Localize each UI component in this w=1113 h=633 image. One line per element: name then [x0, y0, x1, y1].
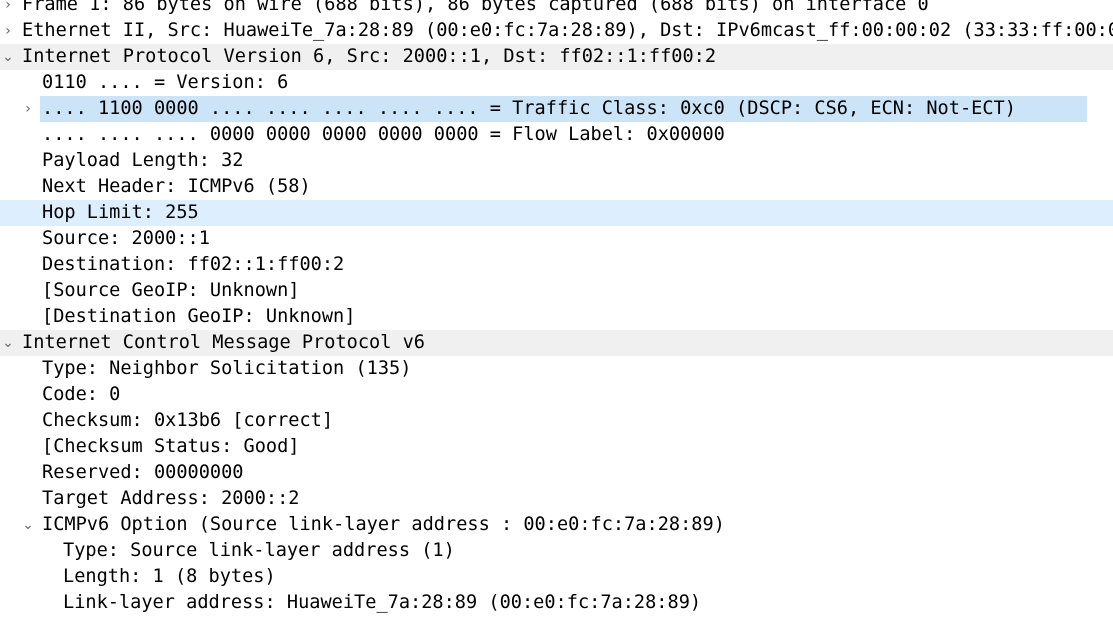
tree-row-source[interactable]: Source: 2000::1	[0, 226, 1113, 252]
chevron-right-icon[interactable]: ›	[20, 96, 36, 122]
chevron-right-icon[interactable]: ›	[0, 0, 16, 18]
tree-row-label: 0110 .... = Version: 6	[42, 72, 289, 93]
packet-details-tree[interactable]: › Frame 1: 86 bytes on wire (688 bits), …	[0, 0, 1113, 633]
tree-row-label: Target Address: 2000::2	[42, 488, 300, 509]
tree-row-label: Source: 2000::1	[42, 228, 210, 249]
tree-row-destination[interactable]: Destination: ff02::1:ff00:2	[0, 252, 1113, 278]
chevron-right-icon[interactable]: ›	[0, 18, 16, 44]
tree-row-payload-length[interactable]: Payload Length: 32	[0, 148, 1113, 174]
tree-row-label: Frame 1: 86 bytes on wire (688 bits), 86…	[22, 0, 929, 15]
tree-row-checksum[interactable]: Checksum: 0x13b6 [correct]	[0, 408, 1113, 434]
tree-row-ethernet[interactable]: › Ethernet II, Src: HuaweiTe_7a:28:89 (0…	[0, 18, 1113, 44]
tree-row-destination-geoip[interactable]: [Destination GeoIP: Unknown]	[0, 304, 1113, 330]
tree-row-traffic-class[interactable]: › .... 1100 0000 .... .... .... .... ...…	[0, 96, 1113, 122]
tree-row-source-geoip[interactable]: [Source GeoIP: Unknown]	[0, 278, 1113, 304]
tree-row-ipv6-version[interactable]: 0110 .... = Version: 6	[0, 70, 1113, 96]
chevron-down-icon[interactable]: ⌄	[0, 44, 16, 70]
tree-row-label: Type: Source link-layer address (1)	[63, 540, 455, 561]
tree-row-label: [Checksum Status: Good]	[42, 436, 300, 457]
tree-row-icmpv6-type[interactable]: Type: Neighbor Solicitation (135)	[0, 356, 1113, 382]
tree-row-label: Next Header: ICMPv6 (58)	[42, 176, 311, 197]
chevron-down-icon[interactable]: ⌄	[0, 330, 16, 356]
tree-row-icmpv6[interactable]: ⌄ Internet Control Message Protocol v6	[0, 330, 1113, 356]
tree-row-flow-label[interactable]: .... .... .... 0000 0000 0000 0000 0000 …	[0, 122, 1113, 148]
tree-row-link-layer-address[interactable]: Link-layer address: HuaweiTe_7a:28:89 (0…	[0, 590, 1113, 616]
tree-row-target-address[interactable]: Target Address: 2000::2	[0, 486, 1113, 512]
tree-row-icmpv6-option[interactable]: ⌄ ICMPv6 Option (Source link-layer addre…	[0, 512, 1113, 538]
tree-row-label: Type: Neighbor Solicitation (135)	[42, 358, 412, 379]
tree-row-frame[interactable]: › Frame 1: 86 bytes on wire (688 bits), …	[0, 0, 1113, 18]
tree-row-label: ICMPv6 Option (Source link-layer address…	[42, 514, 725, 535]
tree-row-label: [Destination GeoIP: Unknown]	[42, 306, 356, 327]
tree-row-label: [Source GeoIP: Unknown]	[42, 280, 300, 301]
tree-row-label: Hop Limit: 255	[42, 202, 199, 223]
tree-row-label: Payload Length: 32	[42, 150, 244, 171]
tree-row-label: Link-layer address: HuaweiTe_7a:28:89 (0…	[63, 592, 702, 613]
tree-row-checksum-status[interactable]: [Checksum Status: Good]	[0, 434, 1113, 460]
tree-row-hop-limit[interactable]: Hop Limit: 255	[0, 200, 1113, 226]
tree-row-label: Ethernet II, Src: HuaweiTe_7a:28:89 (00:…	[22, 20, 1113, 41]
tree-row-label: .... .... .... 0000 0000 0000 0000 0000 …	[42, 124, 725, 145]
tree-row-label: Checksum: 0x13b6 [correct]	[42, 410, 334, 431]
tree-row-label: Reserved: 00000000	[42, 462, 244, 483]
tree-row-label: Destination: ff02::1:ff00:2	[42, 254, 345, 275]
tree-row-label: Code: 0	[42, 384, 121, 405]
tree-row-label: .... 1100 0000 .... .... .... .... .... …	[40, 96, 1087, 122]
tree-row-label: Internet Control Message Protocol v6	[22, 332, 425, 353]
tree-row-ipv6[interactable]: ⌄ Internet Protocol Version 6, Src: 2000…	[0, 44, 1113, 70]
tree-row-option-length[interactable]: Length: 1 (8 bytes)	[0, 564, 1113, 590]
tree-row-reserved[interactable]: Reserved: 00000000	[0, 460, 1113, 486]
tree-row-icmpv6-code[interactable]: Code: 0	[0, 382, 1113, 408]
tree-row-option-type[interactable]: Type: Source link-layer address (1)	[0, 538, 1113, 564]
tree-row-next-header[interactable]: Next Header: ICMPv6 (58)	[0, 174, 1113, 200]
tree-row-label: Length: 1 (8 bytes)	[63, 566, 276, 587]
chevron-down-icon[interactable]: ⌄	[20, 512, 36, 538]
tree-row-label: Internet Protocol Version 6, Src: 2000::…	[22, 46, 717, 67]
